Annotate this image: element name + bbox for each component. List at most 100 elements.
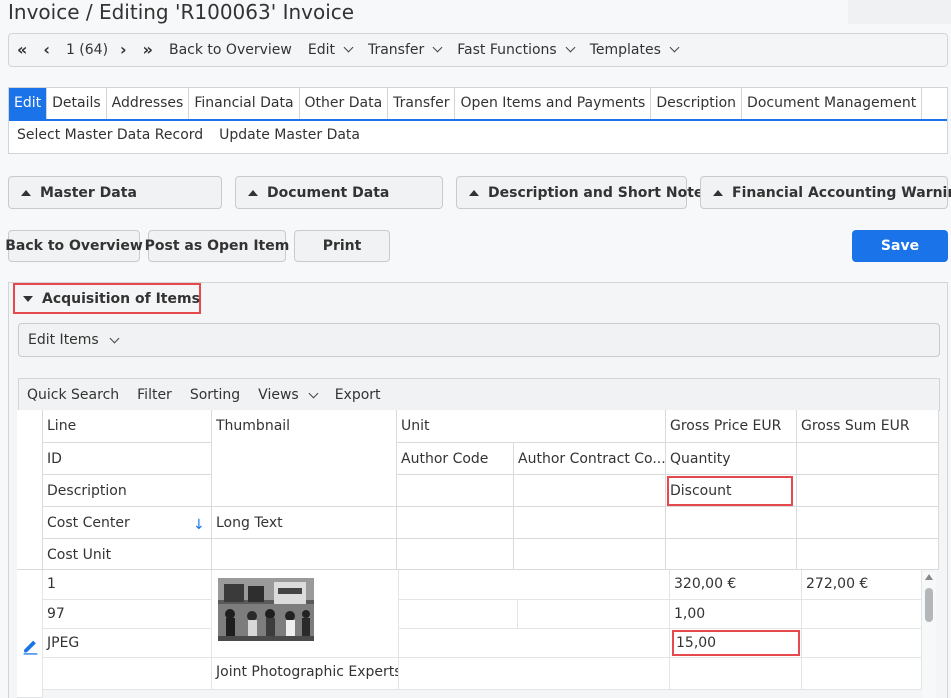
chevron-down-icon	[669, 42, 680, 53]
cell-empty	[399, 658, 670, 690]
header-cell-empty	[666, 539, 797, 570]
cell-quantity[interactable]: 1,00	[670, 600, 802, 629]
edit-items-menu[interactable]: Edit Items	[18, 323, 940, 357]
column-header-thumbnail[interactable]: Thumbnail	[212, 410, 397, 507]
transfer-menu[interactable]: Transfer	[368, 42, 443, 58]
tab-details[interactable]: Details	[47, 88, 107, 119]
double-chevron-right-icon: »	[142, 40, 153, 59]
subtab-bar: Select Master Data Record Update Master …	[9, 121, 947, 149]
header-gutter	[17, 410, 43, 570]
filter-button[interactable]: Filter	[137, 387, 172, 403]
fast-functions-menu[interactable]: Fast Functions	[457, 42, 576, 58]
cell-gross-sum[interactable]: 272,00 €	[802, 570, 922, 600]
cell-author-contract[interactable]	[518, 600, 670, 629]
column-header-gross-sum[interactable]: Gross Sum EUR	[797, 410, 939, 443]
chevron-right-icon: ›	[120, 40, 127, 59]
edit-menu[interactable]: Edit	[307, 42, 354, 58]
header-cell-empty	[397, 475, 514, 507]
column-header-line[interactable]: Line	[43, 410, 212, 443]
header-cell-empty	[666, 507, 797, 539]
cell-discount-wrapper: 15,00	[670, 629, 802, 658]
column-header-author-contract[interactable]: Author Contract Co...	[514, 443, 666, 475]
description-label: Description and Short Notes	[488, 184, 712, 201]
collapse-up-icon	[21, 189, 31, 196]
tab-container: Edit Details Addresses Financial Data Ot…	[8, 87, 948, 154]
edit-pencil-icon[interactable]	[22, 638, 39, 655]
cell-discount[interactable]: 15,00	[672, 630, 800, 656]
column-header-cost-center[interactable]: Cost Center	[43, 507, 212, 539]
update-master-data-link[interactable]: Update Master Data	[219, 127, 360, 143]
main-toolbar: « ‹ 1 (64) › » Back to Overview Edit Tra…	[8, 33, 948, 67]
document-data-label: Document Data	[267, 184, 390, 201]
master-data-panel-toggle[interactable]: Master Data	[8, 176, 222, 209]
cell-unit[interactable]	[399, 570, 670, 600]
fast-functions-menu-label: Fast Functions	[457, 42, 557, 58]
description-panel-toggle[interactable]: Description and Short Notes	[456, 176, 712, 209]
grid-toolbar: Quick Search Filter Sorting Views Export	[18, 378, 940, 411]
column-header-gross-price[interactable]: Gross Price EUR	[666, 410, 797, 443]
cell-long-text[interactable]: Joint Photographic Experts Group	[212, 658, 399, 690]
header-cell-empty	[797, 443, 939, 475]
column-header-quantity[interactable]: Quantity	[666, 443, 797, 475]
chevron-down-icon	[343, 42, 354, 53]
financial-accounting-warnings-panel-toggle[interactable]: Financial Accounting Warnings	[700, 176, 951, 209]
previous-record-button[interactable]: ‹	[43, 42, 50, 58]
print-button[interactable]: Print	[294, 230, 390, 262]
column-header-long-text[interactable]: Long Text	[212, 507, 397, 539]
column-header-unit[interactable]: Unit	[397, 410, 666, 443]
templates-menu[interactable]: Templates	[589, 42, 680, 58]
last-record-button[interactable]: »	[143, 42, 153, 58]
column-header-discount[interactable]: Discount	[667, 476, 793, 506]
column-header-description[interactable]: Description	[43, 475, 212, 507]
column-header-author-code[interactable]: Author Code	[397, 443, 514, 475]
tab-other-data[interactable]: Other Data	[300, 88, 389, 119]
cell-id[interactable]: 97	[43, 600, 212, 629]
templates-menu-label: Templates	[589, 42, 661, 58]
views-menu[interactable]: Views	[258, 387, 319, 403]
edit-menu-label: Edit	[307, 42, 335, 58]
sort-descending-icon[interactable]: ↓	[193, 517, 205, 533]
tab-financial-data[interactable]: Financial Data	[189, 88, 300, 119]
thumbnail-image[interactable]	[218, 578, 314, 641]
quick-search-button[interactable]: Quick Search	[27, 387, 119, 403]
grid-scrollbar[interactable]	[922, 572, 936, 698]
cell-cost-center[interactable]	[43, 658, 212, 690]
save-button[interactable]: Save	[852, 230, 948, 262]
expand-down-icon	[23, 295, 33, 302]
header-cell-empty	[797, 475, 939, 507]
select-master-data-record-link[interactable]: Select Master Data Record	[17, 127, 203, 143]
export-button[interactable]: Export	[335, 387, 381, 403]
back-to-overview-link[interactable]: Back to Overview	[169, 42, 292, 58]
header-cell-empty	[397, 507, 514, 539]
sorting-button[interactable]: Sorting	[190, 387, 240, 403]
collapse-up-icon	[469, 189, 479, 196]
back-to-overview-button[interactable]: Back to Overview	[5, 230, 143, 262]
column-header-id[interactable]: ID	[43, 443, 212, 475]
views-label: Views	[258, 387, 299, 403]
column-header-cost-unit[interactable]: Cost Unit	[43, 539, 212, 570]
scroll-up-arrow-icon[interactable]	[925, 574, 933, 580]
header-cell-empty	[212, 539, 397, 570]
tab-document-management[interactable]: Document Management	[742, 88, 923, 119]
tab-transfer[interactable]: Transfer	[388, 88, 456, 119]
cell-empty	[802, 600, 922, 629]
double-chevron-left-icon: «	[17, 40, 28, 59]
tab-open-items-and-payments[interactable]: Open Items and Payments	[455, 88, 652, 119]
tab-description[interactable]: Description	[651, 88, 743, 119]
cell-description[interactable]: JPEG	[43, 629, 212, 658]
cell-empty	[399, 629, 670, 658]
document-data-panel-toggle[interactable]: Document Data	[235, 176, 443, 209]
tab-edit[interactable]: Edit	[9, 88, 48, 119]
tab-addresses[interactable]: Addresses	[107, 88, 190, 119]
financial-accounting-warnings-label: Financial Accounting Warnings	[732, 184, 951, 201]
cell-author-code[interactable]	[399, 600, 518, 629]
scrollbar-thumb[interactable]	[925, 588, 933, 622]
post-as-open-item-button[interactable]: Post as Open Item	[145, 230, 289, 262]
chevron-down-icon	[432, 42, 443, 53]
next-record-button[interactable]: ›	[120, 42, 127, 58]
cell-line[interactable]: 1	[43, 570, 212, 600]
first-record-button[interactable]: «	[17, 42, 27, 58]
acquisition-section-toggle[interactable]: Acquisition of Items	[13, 283, 201, 314]
header-cell-empty	[514, 507, 666, 539]
cell-gross-price[interactable]: 320,00 €	[670, 570, 802, 600]
